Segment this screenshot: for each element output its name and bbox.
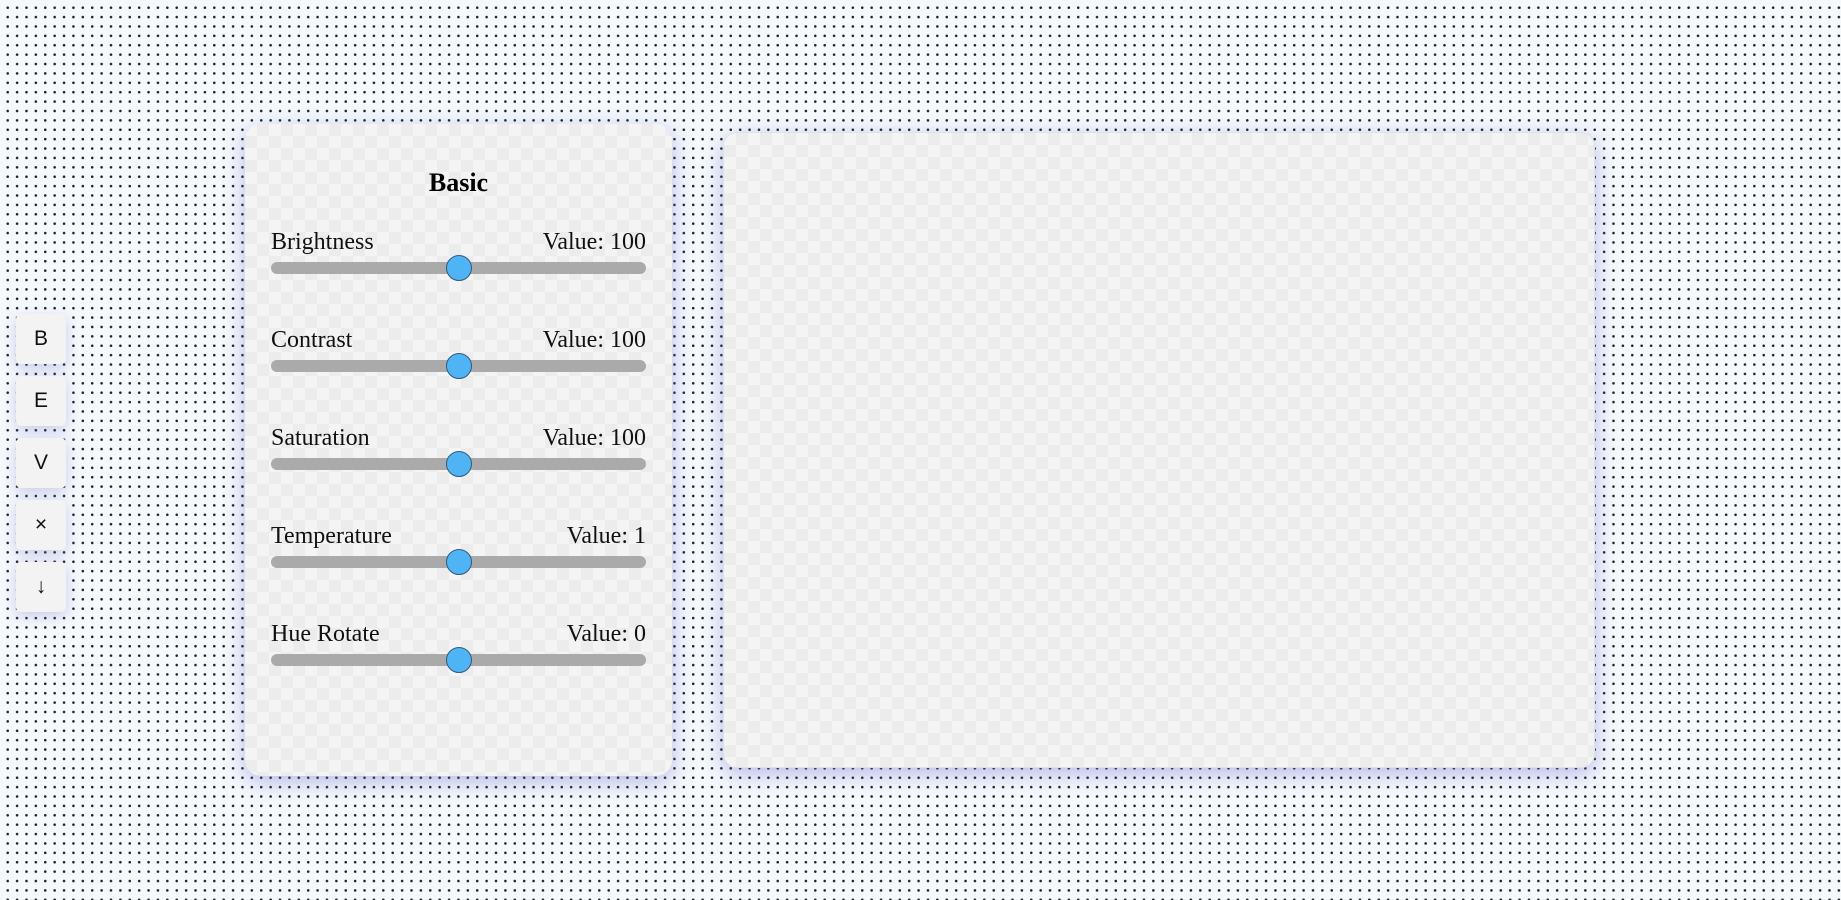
saturation-slider-group: Saturation Value: 100	[271, 424, 646, 477]
e-button[interactable]: E	[16, 376, 66, 426]
panel-title: Basic	[428, 168, 489, 197]
contrast-slider-group: Contrast Value: 100	[271, 326, 646, 379]
slider-label: Hue Rotate	[271, 621, 380, 647]
slider-value: Value: 0	[566, 621, 646, 647]
temperature-slider-track[interactable]	[271, 549, 646, 575]
contrast-slider-thumb[interactable]	[445, 353, 472, 379]
hue-rotate-slider-track[interactable]	[271, 647, 646, 673]
b-button[interactable]: B	[16, 314, 66, 364]
saturation-slider-track[interactable]	[271, 451, 646, 477]
temperature-slider-thumb[interactable]	[445, 549, 472, 575]
slider-value: Value: 100	[542, 327, 646, 353]
slider-label: Brightness	[271, 229, 374, 255]
v-button[interactable]: V	[16, 438, 66, 488]
adjustments-panel: Basic Brightness Value: 100 Contrast Val…	[245, 124, 672, 776]
slider-value: Value: 1	[566, 523, 646, 549]
brightness-slider-thumb[interactable]	[445, 255, 472, 281]
slider-label: Temperature	[271, 523, 392, 549]
side-toolbar: B E V × ↓	[16, 314, 66, 612]
brightness-slider-track[interactable]	[271, 255, 646, 281]
image-preview-canvas[interactable]	[723, 132, 1595, 768]
temperature-slider-group: Temperature Value: 1	[271, 522, 646, 575]
download-button[interactable]: ↓	[16, 562, 66, 612]
saturation-slider-thumb[interactable]	[445, 451, 472, 477]
contrast-slider-track[interactable]	[271, 353, 646, 379]
slider-value: Value: 100	[542, 425, 646, 451]
brightness-slider-group: Brightness Value: 100	[271, 228, 646, 281]
slider-label: Saturation	[271, 425, 370, 451]
hue-rotate-slider-group: Hue Rotate Value: 0	[271, 620, 646, 673]
hue-rotate-slider-thumb[interactable]	[445, 647, 472, 673]
close-button[interactable]: ×	[16, 500, 66, 550]
slider-label: Contrast	[271, 327, 353, 353]
slider-value: Value: 100	[542, 229, 646, 255]
